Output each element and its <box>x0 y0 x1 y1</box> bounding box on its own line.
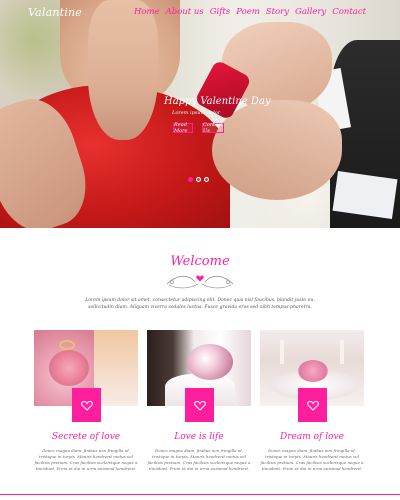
welcome-title: Welcome <box>170 254 230 269</box>
card-heart-button[interactable] <box>72 388 101 422</box>
site-logo[interactable]: Valantine <box>28 6 82 19</box>
slider-dots <box>188 177 209 182</box>
nav-item-gifts[interactable]: Gifts <box>210 7 230 17</box>
read-more-button[interactable]: Read More <box>173 122 193 134</box>
heart-outline-icon <box>80 400 93 411</box>
hero-photo-hands <box>88 0 158 140</box>
card-title: Dream of love <box>280 432 344 442</box>
hero-subtitle: Lorem ipsum dolor <box>172 110 221 116</box>
nav-item-gallery[interactable]: Gallery <box>295 7 326 17</box>
section-divider <box>0 494 400 495</box>
card-title: Love is life <box>174 432 224 442</box>
card-title: Secrete of love <box>51 432 121 442</box>
feature-card: Dream of love Donec magna diam, finibus … <box>260 330 364 471</box>
heart-icon <box>196 275 204 282</box>
contact-us-button[interactable]: Contact Us <box>202 122 224 134</box>
main-nav: Home About us Gifts Poem Story Gallery C… <box>134 7 366 17</box>
ornament-divider <box>166 275 234 289</box>
slider-dot-2[interactable] <box>196 177 201 182</box>
hero-banner: Valantine Home About us Gifts Poem Story… <box>0 0 400 228</box>
card-heart-button[interactable] <box>298 388 327 422</box>
nav-item-story[interactable]: Story <box>266 7 289 17</box>
hero-photo-cuff <box>332 171 398 219</box>
feature-card: Secrete of love Donec magna diam, finibu… <box>34 330 138 471</box>
card-text: Donec magna diam, finibus non fringilla … <box>147 448 251 471</box>
card-text: Donec magna diam, finibus non fringilla … <box>260 448 364 471</box>
slider-dot-3[interactable] <box>204 177 209 182</box>
hero-title: Happy Valentine Day <box>164 96 271 107</box>
heart-outline-icon <box>306 400 319 411</box>
heart-outline-icon <box>193 400 206 411</box>
nav-item-home[interactable]: Home <box>134 7 160 17</box>
nav-item-contact[interactable]: Contact <box>332 7 366 17</box>
welcome-intro-text: Lorem ipsum dolor sit amet, consectetur … <box>85 298 315 310</box>
card-heart-button[interactable] <box>185 388 214 422</box>
nav-item-poem[interactable]: Poem <box>236 7 260 17</box>
feature-card: Love is life Donec magna diam, finibus n… <box>147 330 251 471</box>
nav-item-about[interactable]: About us <box>166 7 204 17</box>
slider-dot-1[interactable] <box>188 177 193 182</box>
card-text: Donec magna diam, finibus non fringilla … <box>34 448 138 471</box>
